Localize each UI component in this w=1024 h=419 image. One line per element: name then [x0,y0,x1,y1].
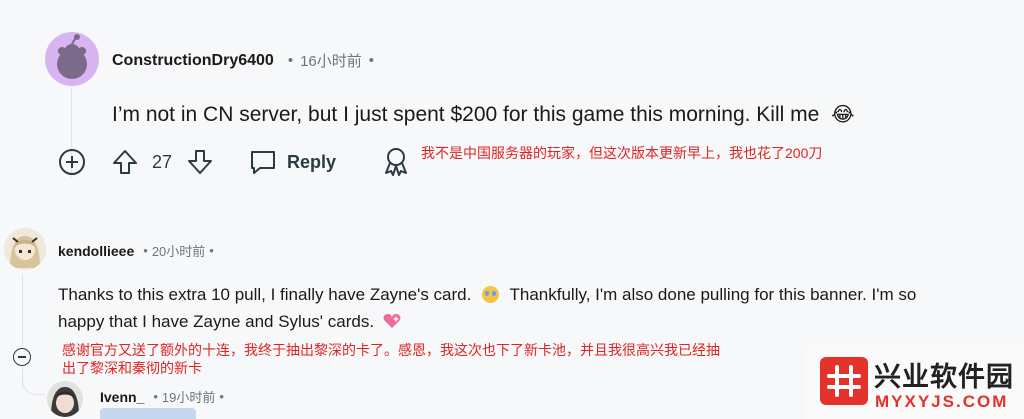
author-name[interactable]: Ivenn_ [100,389,144,405]
meta-separator: • [143,243,148,258]
crying-emoji-icon [482,286,500,303]
comment-text: happy that I have Zayne and Sylus' cards… [58,312,375,331]
comment-text: I’m not in CN server, but I just spent $… [112,103,820,126]
upvote-button[interactable] [112,149,138,175]
comment-body: I’m not in CN server, but I just spent $… [112,102,855,127]
reply-label: Reply [287,151,337,172]
downvote-button[interactable] [187,149,213,175]
avatar[interactable] [4,228,46,270]
watermark-brand: 兴业软件园 [874,362,1014,392]
reply-button[interactable]: Reply [249,149,336,175]
comment-line: Thanks to this extra 10 pull, I finally … [58,281,1003,308]
avatar[interactable] [45,32,99,86]
image-preview[interactable] [100,408,196,419]
comment-header: kendollieee • 20小时前 • [58,241,214,260]
comment-text: Thanks to this extra 10 pull, I finally … [58,285,472,304]
plus-icon [59,149,85,175]
thread-branch [22,378,45,395]
laughing-emoji-icon: 😂 [831,104,855,126]
watermark-logo-icon [820,357,868,405]
award-icon [385,148,407,176]
timestamp[interactable]: 16小时前 [300,50,362,71]
meta-separator: • [219,389,224,404]
translation-note: 我不是中国服务器的玩家，但这次版本更新早上，我也花了200刀 [421,145,823,161]
upvote-icon [113,150,137,174]
watermark: 兴业软件园 MYXYJS.COM [806,345,1024,419]
snoo-avatar-icon [57,34,87,79]
meta-separator: • [153,389,158,404]
meta-separator: • [287,52,294,69]
collapse-thread-button[interactable] [13,348,31,366]
meta-separator: • [368,52,375,69]
translation-line: 出了黎深和秦彻的新卡 [62,360,202,376]
comment-line: happy that I have Zayne and Sylus' cards… [58,308,1003,335]
comment-header: Ivenn_ • 19小时前 • [100,387,224,406]
author-name[interactable]: kendollieee [58,243,134,259]
award-button[interactable] [382,146,410,176]
anime-avatar-icon [47,381,83,417]
add-reply-button[interactable] [59,149,85,175]
timestamp[interactable]: 19小时前 [162,387,215,406]
minus-icon [18,356,26,358]
translation-line: 感谢官方又送了额外的十连，我终于抽出黎深的卡了。感恩，我这次也下了新卡池，并且我… [62,342,720,358]
downvote-icon [188,150,212,174]
watermark-url: MYXYJS.COM [875,392,1009,411]
anime-avatar-icon [4,228,46,270]
timestamp[interactable]: 20小时前 [152,241,205,260]
author-name[interactable]: ConstructionDry6400 [112,52,274,70]
comment-bubble-icon [251,151,275,174]
translation-note: 感谢官方又送了额外的十连，我终于抽出黎深的卡了。感恩，我这次也下了新卡池，并且我… [62,341,720,377]
comment-text: Thankfully, I'm also done pulling for th… [509,285,917,304]
thread-line-secondary [22,275,23,357]
meta-separator: • [209,243,214,258]
avatar[interactable] [47,381,83,417]
vote-count: 27 [152,152,173,172]
sparkling-heart-icon [383,314,401,328]
comment-header: ConstructionDry6400 • 16小时前 • [112,50,374,71]
comment-body: Thanks to this extra 10 pull, I finally … [58,281,1003,335]
